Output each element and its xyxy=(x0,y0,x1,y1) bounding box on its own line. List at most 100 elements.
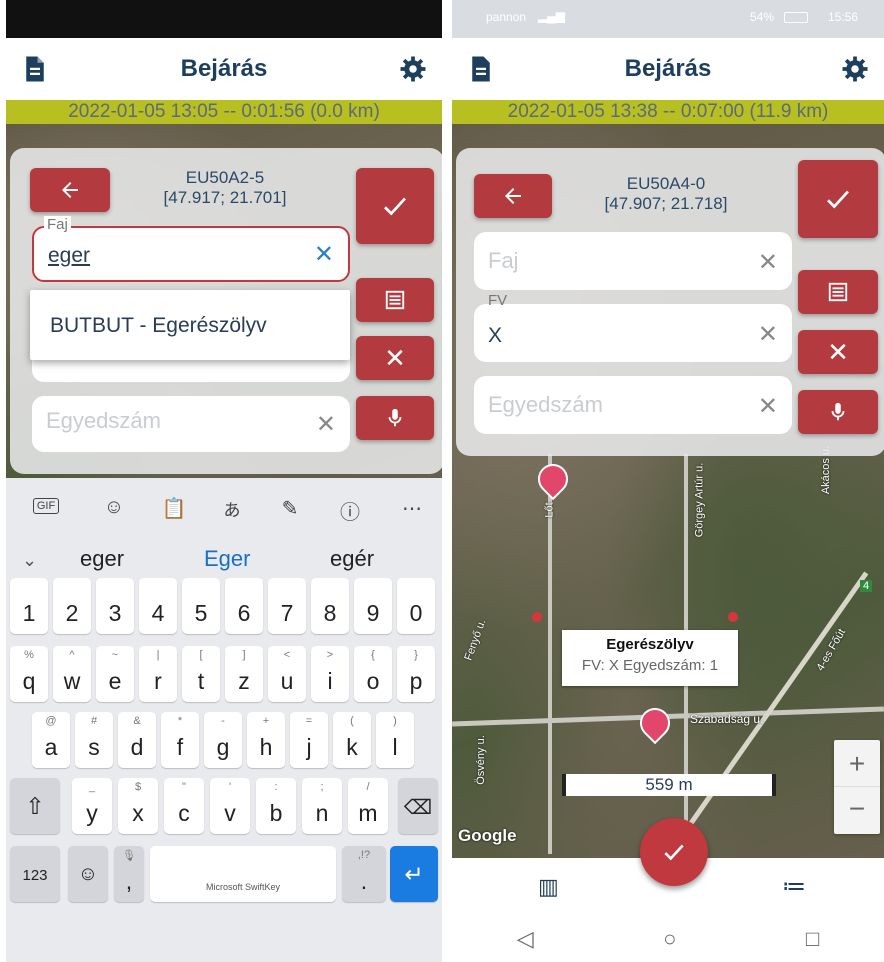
list-icon xyxy=(385,290,405,310)
collapse-suggestions-icon[interactable]: ⌄ xyxy=(22,550,37,571)
document-icon[interactable] xyxy=(466,54,496,84)
clear-faj-icon[interactable]: ✕ xyxy=(758,248,778,277)
sticker-icon[interactable]: ☺ xyxy=(94,496,134,519)
key-v[interactable]: ' v xyxy=(210,778,250,834)
translate-icon[interactable]: あ xyxy=(212,496,252,521)
faj-placeholder: Faj xyxy=(488,248,519,273)
clear-button[interactable]: ✕ xyxy=(356,336,434,380)
faj-input[interactable]: Faj ✕ xyxy=(474,232,792,290)
key-k[interactable]: (k xyxy=(333,712,371,768)
numbers-key[interactable]: 123 xyxy=(10,846,60,902)
zoom-in-button[interactable]: + xyxy=(834,740,880,787)
enter-key[interactable]: ↵ xyxy=(390,846,438,902)
key-n[interactable]: ; n xyxy=(302,778,342,834)
list-button[interactable] xyxy=(356,278,434,322)
back-button[interactable] xyxy=(474,174,552,218)
key-u[interactable]: < u xyxy=(268,646,306,702)
back-button[interactable] xyxy=(30,168,110,212)
key-3[interactable]: 3 xyxy=(96,578,134,634)
shift-key[interactable]: ⇧ xyxy=(10,778,60,834)
key-j[interactable]: = j xyxy=(290,712,328,768)
key-w[interactable]: ^ w xyxy=(53,646,91,702)
suggestion-item[interactable]: BUTBUT - Egerészölyv xyxy=(50,314,267,338)
key-7[interactable]: 7 xyxy=(268,578,306,634)
key-1[interactable]: 1 xyxy=(10,578,48,634)
key-i[interactable]: > i xyxy=(311,646,349,702)
more-icon[interactable]: ⋯ xyxy=(392,496,432,521)
backspace-key[interactable]: ⌫ xyxy=(398,778,438,834)
checkmark-icon xyxy=(664,844,684,861)
map-view[interactable]: EU50A2-5 [47.917; 21.701] ✕ eger ✕ Faj B… xyxy=(6,124,442,478)
suggestion-3[interactable]: egér xyxy=(330,546,374,572)
key-e[interactable]: ~ e xyxy=(96,646,134,702)
list-menu-icon[interactable]: ≔ xyxy=(782,872,806,901)
key-2[interactable]: 2 xyxy=(53,578,91,634)
emoji-key[interactable]: ☺ xyxy=(68,846,108,902)
gif-button[interactable]: GIF xyxy=(32,498,60,514)
key-y[interactable]: _ y xyxy=(72,778,112,834)
list-button[interactable] xyxy=(798,270,878,314)
key-r[interactable]: | r xyxy=(139,646,177,702)
egyedszam-input[interactable]: Egyedszám ✕ xyxy=(474,376,792,434)
observation-dot[interactable] xyxy=(532,612,542,622)
map-icon[interactable]: ▥ xyxy=(538,874,559,900)
key-g[interactable]: -g xyxy=(204,712,242,768)
document-icon[interactable] xyxy=(20,54,50,84)
suggestion-1[interactable]: eger xyxy=(80,546,124,572)
egyedszam-placeholder: Egyedszám xyxy=(488,392,603,417)
confirm-button[interactable] xyxy=(798,160,878,238)
home-circle-icon[interactable]: ○ xyxy=(663,926,676,952)
key-0[interactable]: 0 xyxy=(397,578,435,634)
observation-dot[interactable] xyxy=(728,612,738,622)
back-triangle-icon[interactable]: ◁ xyxy=(517,926,534,952)
microphone-button[interactable] xyxy=(798,390,878,434)
microphone-button[interactable] xyxy=(356,396,434,440)
key-9[interactable]: 9 xyxy=(354,578,392,634)
period-key[interactable]: ,!?. xyxy=(342,846,386,902)
faj-input[interactable]: eger ✕ xyxy=(32,226,350,282)
backspace-icon: ⌫ xyxy=(403,797,433,819)
key-8[interactable]: 8 xyxy=(311,578,349,634)
key-p[interactable]: } p xyxy=(397,646,435,702)
comma-key[interactable]: 🎙, xyxy=(114,846,144,902)
settings-gear-icon[interactable] xyxy=(398,54,428,84)
space-key[interactable]: Microsoft SwiftKey xyxy=(150,846,336,902)
info-icon[interactable]: ⓘ xyxy=(330,496,370,525)
map-view[interactable]: Görgey Artúr u. Akácos u. Szabadság u. F… xyxy=(452,124,884,858)
key-s[interactable]: # s xyxy=(75,712,113,768)
egyedszam-input[interactable]: Egyedszám ✕ xyxy=(32,396,350,452)
clear-fv-icon[interactable]: ✕ xyxy=(758,320,778,349)
key-a[interactable]: @ a xyxy=(32,712,70,768)
recents-square-icon[interactable]: □ xyxy=(806,926,819,952)
pen-icon[interactable]: ✎ xyxy=(270,496,310,521)
clear-button[interactable]: ✕ xyxy=(798,330,878,374)
clipboard-icon[interactable]: 📋 xyxy=(154,496,194,521)
key-6[interactable]: 6 xyxy=(225,578,263,634)
clear-egyedszam-icon[interactable]: ✕ xyxy=(758,392,778,421)
zoom-out-button[interactable]: − xyxy=(834,787,880,834)
confirm-button[interactable] xyxy=(356,168,434,244)
key-t[interactable]: [t xyxy=(182,646,220,702)
key-x[interactable]: $ x xyxy=(118,778,158,834)
key-d[interactable]: & d xyxy=(118,712,156,768)
fab-confirm-button[interactable] xyxy=(640,818,708,886)
fv-input[interactable]: X ✕ xyxy=(474,304,792,362)
key-o[interactable]: {o xyxy=(354,646,392,702)
key-l[interactable]: ) l xyxy=(376,712,414,768)
checkmark-icon xyxy=(384,197,407,216)
key-z[interactable]: ] z xyxy=(225,646,263,702)
key-h[interactable]: + h xyxy=(247,712,285,768)
key-q[interactable]: % q xyxy=(10,646,48,702)
key-4[interactable]: 4 xyxy=(139,578,177,634)
marker-popup[interactable]: Egerészölyv FV: X Egyedszám: 1 xyxy=(562,630,738,686)
popup-title: Egerészölyv xyxy=(606,636,694,653)
clear-egyedszam-icon[interactable]: ✕ xyxy=(316,410,336,439)
suggestion-2[interactable]: Eger xyxy=(204,546,250,572)
key-c[interactable]: " c xyxy=(164,778,204,834)
key-b[interactable]: :b xyxy=(256,778,296,834)
settings-gear-icon[interactable] xyxy=(840,54,870,84)
key-5[interactable]: 5 xyxy=(182,578,220,634)
clear-faj-icon[interactable]: ✕ xyxy=(314,240,334,269)
key-f[interactable]: * f xyxy=(161,712,199,768)
key-m[interactable]: / m xyxy=(348,778,388,834)
